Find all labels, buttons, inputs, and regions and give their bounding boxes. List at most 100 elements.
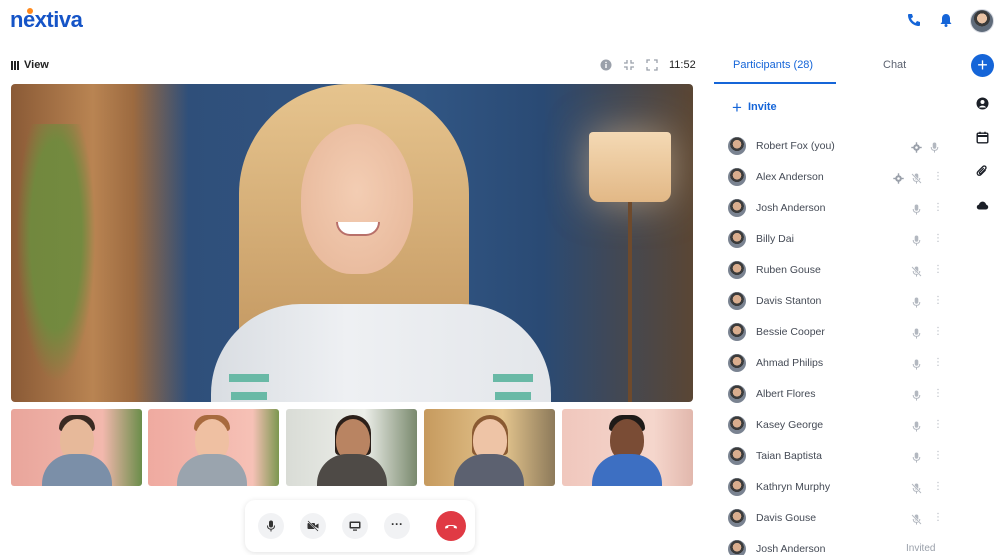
participant-row[interactable]: Robert Fox (you): [728, 130, 948, 161]
more-vertical-icon[interactable]: ⋮: [933, 481, 943, 492]
participant-row[interactable]: Josh Anderson ⋮: [728, 192, 948, 223]
participant-name: Ruben Gouse: [756, 263, 821, 276]
more-vertical-icon[interactable]: ⋮: [933, 264, 943, 275]
participant-name: Kasey George: [756, 418, 824, 431]
more-vertical-icon[interactable]: ⋮: [933, 357, 943, 368]
participant-name: Josh Anderson: [756, 201, 826, 214]
more-vertical-icon[interactable]: ⋮: [933, 419, 943, 430]
tab-participants[interactable]: Participants (28): [733, 59, 813, 71]
participant-status: Invited: [906, 543, 936, 554]
more-vertical-icon[interactable]: ⋮: [933, 450, 943, 461]
participant-avatar: [728, 136, 746, 155]
more-dots-icon: ···: [391, 517, 403, 531]
mic-icon[interactable]: [911, 419, 922, 432]
more-options-button[interactable]: ···: [384, 513, 410, 539]
camera-toggle-button[interactable]: [300, 513, 326, 539]
more-vertical-icon[interactable]: ⋮: [933, 233, 943, 244]
main-video-feed[interactable]: [11, 84, 693, 402]
participant-row[interactable]: Ahmad Philips ⋮: [728, 347, 948, 378]
more-vertical-icon[interactable]: ⋮: [933, 295, 943, 306]
participant-avatar: [728, 446, 746, 465]
participant-name: Albert Flores: [756, 387, 816, 400]
cloud-icon[interactable]: [976, 199, 989, 212]
contact-icon[interactable]: [976, 97, 989, 110]
more-vertical-icon[interactable]: ⋮: [933, 326, 943, 337]
meeting-timer: 11:52: [669, 59, 696, 71]
collapse-icon[interactable]: [623, 59, 635, 71]
speaker-face: [301, 124, 413, 274]
invite-button[interactable]: + Invite: [732, 97, 777, 117]
participant-row[interactable]: Bessie Cooper ⋮: [728, 316, 948, 347]
view-button[interactable]: View: [11, 59, 49, 71]
participant-name: Billy Dai: [756, 232, 794, 245]
participant-avatar: [728, 198, 746, 217]
participant-thumbnail[interactable]: [148, 409, 279, 486]
mic-icon[interactable]: [911, 326, 922, 339]
more-vertical-icon[interactable]: ⋮: [933, 171, 943, 182]
more-vertical-icon[interactable]: ⋮: [933, 388, 943, 399]
participants-list: Robert Fox (you) Alex Anderson ⋮ Josh Ander…: [728, 130, 948, 555]
mic-icon[interactable]: [911, 450, 922, 463]
more-vertical-icon[interactable]: ⋮: [933, 202, 943, 213]
participant-avatar: [728, 260, 746, 279]
participant-avatar: [728, 353, 746, 372]
mic-icon[interactable]: [929, 140, 940, 153]
mic-muted-icon[interactable]: [911, 481, 922, 494]
participant-avatar: [728, 291, 746, 310]
participant-thumbnail[interactable]: [562, 409, 693, 486]
gear-icon[interactable]: [893, 171, 904, 184]
logo-dot: [27, 8, 33, 14]
participant-thumbnail[interactable]: [424, 409, 555, 486]
participant-row[interactable]: Josh Anderson Invited: [728, 533, 948, 555]
mic-icon[interactable]: [911, 233, 922, 246]
phone-icon[interactable]: [906, 12, 922, 28]
meeting-app: nextiva View 11:52 ··· Participants (28)…: [0, 0, 1005, 555]
participant-name: Davis Gouse: [756, 511, 817, 524]
calendar-icon[interactable]: [976, 131, 989, 144]
participant-name: Davis Stanton: [756, 294, 822, 307]
fullscreen-icon[interactable]: [646, 59, 658, 71]
plus-icon: +: [732, 97, 742, 117]
participant-row[interactable]: Alex Anderson ⋮: [728, 161, 948, 192]
tab-chat[interactable]: Chat: [883, 59, 906, 71]
user-avatar[interactable]: [970, 9, 994, 33]
participant-row[interactable]: Taian Baptista ⋮: [728, 440, 948, 471]
nextiva-logo[interactable]: nextiva: [10, 7, 83, 33]
mic-icon[interactable]: [911, 202, 922, 215]
info-icon[interactable]: [600, 59, 612, 71]
participant-name: Taian Baptista: [756, 449, 822, 462]
participant-row[interactable]: Billy Dai ⋮: [728, 223, 948, 254]
participant-thumbnail[interactable]: [286, 409, 417, 486]
more-vertical-icon[interactable]: ⋮: [933, 512, 943, 523]
speaker-sweater: [211, 304, 551, 402]
participant-row[interactable]: Davis Stanton ⋮: [728, 285, 948, 316]
share-screen-button[interactable]: [342, 513, 368, 539]
mic-icon[interactable]: [911, 388, 922, 401]
background-plant: [11, 124, 101, 402]
participant-avatar: [728, 477, 746, 496]
microphone-button[interactable]: [258, 513, 284, 539]
bell-icon[interactable]: [938, 12, 954, 28]
attachment-icon[interactable]: [976, 165, 989, 178]
view-label: View: [24, 59, 49, 71]
participant-row[interactable]: Davis Gouse ⋮: [728, 502, 948, 533]
participant-row[interactable]: Albert Flores ⋮: [728, 378, 948, 409]
participant-row[interactable]: Ruben Gouse ⋮: [728, 254, 948, 285]
participant-row[interactable]: Kathryn Murphy ⋮: [728, 471, 948, 502]
hang-up-button[interactable]: [436, 511, 466, 541]
mic-muted-icon[interactable]: [911, 264, 922, 277]
mic-icon[interactable]: [911, 295, 922, 308]
mic-muted-icon[interactable]: [911, 171, 922, 184]
participant-avatar: [728, 167, 746, 186]
mic-muted-icon[interactable]: [911, 512, 922, 525]
mic-icon[interactable]: [911, 357, 922, 370]
gear-icon[interactable]: [911, 140, 922, 153]
add-button[interactable]: +: [971, 54, 994, 77]
participant-avatar: [728, 415, 746, 434]
participant-name: Josh Anderson: [756, 542, 826, 555]
hang-up-icon: [445, 524, 457, 529]
participant-avatar: [728, 322, 746, 341]
participant-thumbnail[interactable]: [11, 409, 142, 486]
participant-row[interactable]: Kasey George ⋮: [728, 409, 948, 440]
participant-name: Alex Anderson: [756, 170, 824, 183]
